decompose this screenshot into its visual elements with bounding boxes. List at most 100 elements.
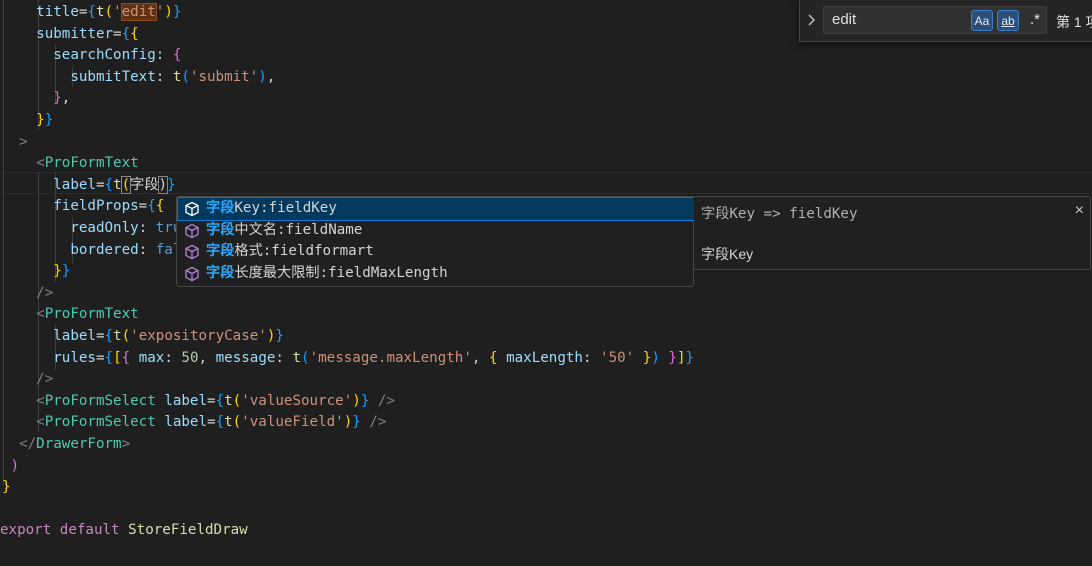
code-line[interactable]: }} — [2, 261, 70, 283]
code-token: 50 — [181, 349, 199, 366]
code-token: ( — [181, 68, 190, 85]
code-token: } — [167, 176, 176, 193]
code-token: { — [130, 25, 139, 42]
code-token: 'valueSource' — [241, 392, 353, 409]
code-line[interactable]: label={t(字段)} — [2, 175, 176, 197]
code-token: { — [87, 4, 96, 20]
code-token: 'expositoryCase' — [130, 328, 267, 344]
code-token: ' — [113, 4, 122, 20]
code-token: , — [61, 90, 71, 107]
suggest-item[interactable]: 字段中文名:fieldName — [178, 220, 694, 242]
match-case-toggle[interactable]: Aa — [971, 10, 993, 31]
code-line[interactable]: <ProFormText — [2, 153, 139, 175]
suggest-match: 字段 — [206, 221, 235, 238]
code-token: ) — [2, 457, 20, 474]
code-token: : — [138, 220, 156, 236]
code-token: { — [215, 414, 225, 431]
code-line[interactable]: <ProFormSelect label={t('valueSource')} … — [2, 391, 395, 413]
code-line[interactable]: }, — [2, 88, 70, 110]
code-token: ) — [157, 175, 169, 194]
code-line[interactable]: > — [2, 132, 28, 154]
code-token: ( — [301, 349, 310, 366]
code-token: ) — [352, 392, 361, 409]
close-icon[interactable]: × — [1075, 202, 1084, 220]
code-token: = — [207, 414, 216, 431]
code-token: '50' — [600, 349, 635, 366]
cube-icon — [184, 223, 200, 239]
code-line[interactable]: submitText: t('submit'), — [2, 67, 275, 89]
code-token: < — [2, 306, 45, 323]
code-line[interactable]: submitter={{ — [2, 24, 139, 46]
code-token: } — [275, 328, 284, 344]
code-token: } — [685, 349, 695, 366]
code-token: ) — [258, 68, 267, 85]
code-line[interactable]: /> — [2, 369, 53, 391]
code-token: 'submit' — [189, 68, 259, 85]
code-line[interactable]: searchConfig: { — [2, 45, 181, 67]
code-token: , — [266, 68, 276, 85]
cube-icon — [184, 244, 200, 260]
suggest-item[interactable]: 字段长度最大限制:fieldMaxLength — [178, 263, 694, 285]
code-token: t — [113, 176, 122, 193]
code-token: fieldProps — [2, 198, 139, 215]
code-line[interactable]: <ProFormSelect label={t('valueField')} /… — [2, 412, 386, 434]
code-token: ProFormSelect — [44, 392, 156, 409]
code-token: { — [104, 349, 114, 366]
code-token: = — [113, 25, 122, 42]
details-signature: 字段Key => fieldKey — [701, 206, 858, 222]
code-token: } — [172, 4, 182, 20]
code-token: : — [155, 68, 173, 85]
code-token: { — [155, 198, 165, 215]
code-token: ( — [121, 328, 131, 344]
code-token: label — [2, 328, 96, 344]
code-token: = — [95, 349, 105, 366]
whole-word-toggle[interactable]: ab — [997, 10, 1019, 31]
code-token: bordered — [2, 241, 139, 258]
find-result-count: 第 1 项 — [1056, 14, 1092, 30]
code-token: } — [61, 263, 71, 280]
code-line[interactable]: fieldProps={{ — [2, 196, 164, 218]
details-doc: 字段Key — [701, 246, 754, 262]
code-line[interactable]: title={t('edit')} — [2, 2, 181, 24]
code-token: < — [2, 392, 45, 409]
suggest-widget: 字段Key:fieldKey 字段中文名:fieldName 字段格式:fieldf… — [176, 196, 695, 287]
code-token: max — [138, 349, 165, 366]
code-token: { — [172, 47, 182, 64]
code-token: StoreFieldDraw — [128, 522, 248, 539]
code-token: , — [198, 349, 216, 366]
code-line[interactable]: }} — [2, 110, 53, 132]
chevron-right-icon[interactable] — [806, 10, 820, 30]
code-token: 'message.maxLength' — [309, 349, 472, 366]
code-line[interactable]: </DrawerForm> — [2, 434, 130, 456]
suggest-rest: Key:fieldKey — [234, 200, 337, 216]
code-line[interactable]: label={t('expositoryCase')} — [2, 326, 284, 348]
code-token: ProFormText — [44, 306, 139, 323]
code-token: : — [164, 349, 182, 366]
code-line[interactable]: export default StoreFieldDraw — [0, 520, 248, 542]
code-token: : — [155, 47, 173, 64]
code-token: , — [471, 349, 489, 366]
code-token: = — [95, 176, 105, 193]
code-token: } — [44, 112, 54, 128]
code-token: searchConfig — [2, 47, 156, 64]
code-token: /> — [369, 392, 395, 409]
code-token: } — [2, 90, 62, 107]
suggest-item-label: 字段格式:fieldformart — [206, 241, 374, 263]
suggest-item[interactable]: 字段Key:fieldKey — [177, 197, 695, 221]
code-token: { — [104, 328, 114, 344]
code-line[interactable]: rules={[{ max: 50, message: t('message.m… — [2, 348, 694, 370]
code-line[interactable]: } — [2, 477, 11, 499]
regex-toggle[interactable]: .* — [1024, 10, 1046, 31]
code-token: readOnly — [2, 220, 139, 236]
code-line[interactable]: /> — [2, 283, 53, 305]
code-token: </ — [2, 436, 37, 452]
code-token: title — [2, 4, 79, 20]
suggest-rest: 长度最大限制:fieldMaxLength — [234, 264, 448, 281]
code-line[interactable]: readOnly: true, — [2, 218, 198, 240]
code-line[interactable]: ) — [2, 456, 20, 478]
code-line[interactable]: <ProFormText — [2, 304, 139, 326]
suggest-item[interactable]: 字段格式:fieldformart — [178, 241, 694, 263]
